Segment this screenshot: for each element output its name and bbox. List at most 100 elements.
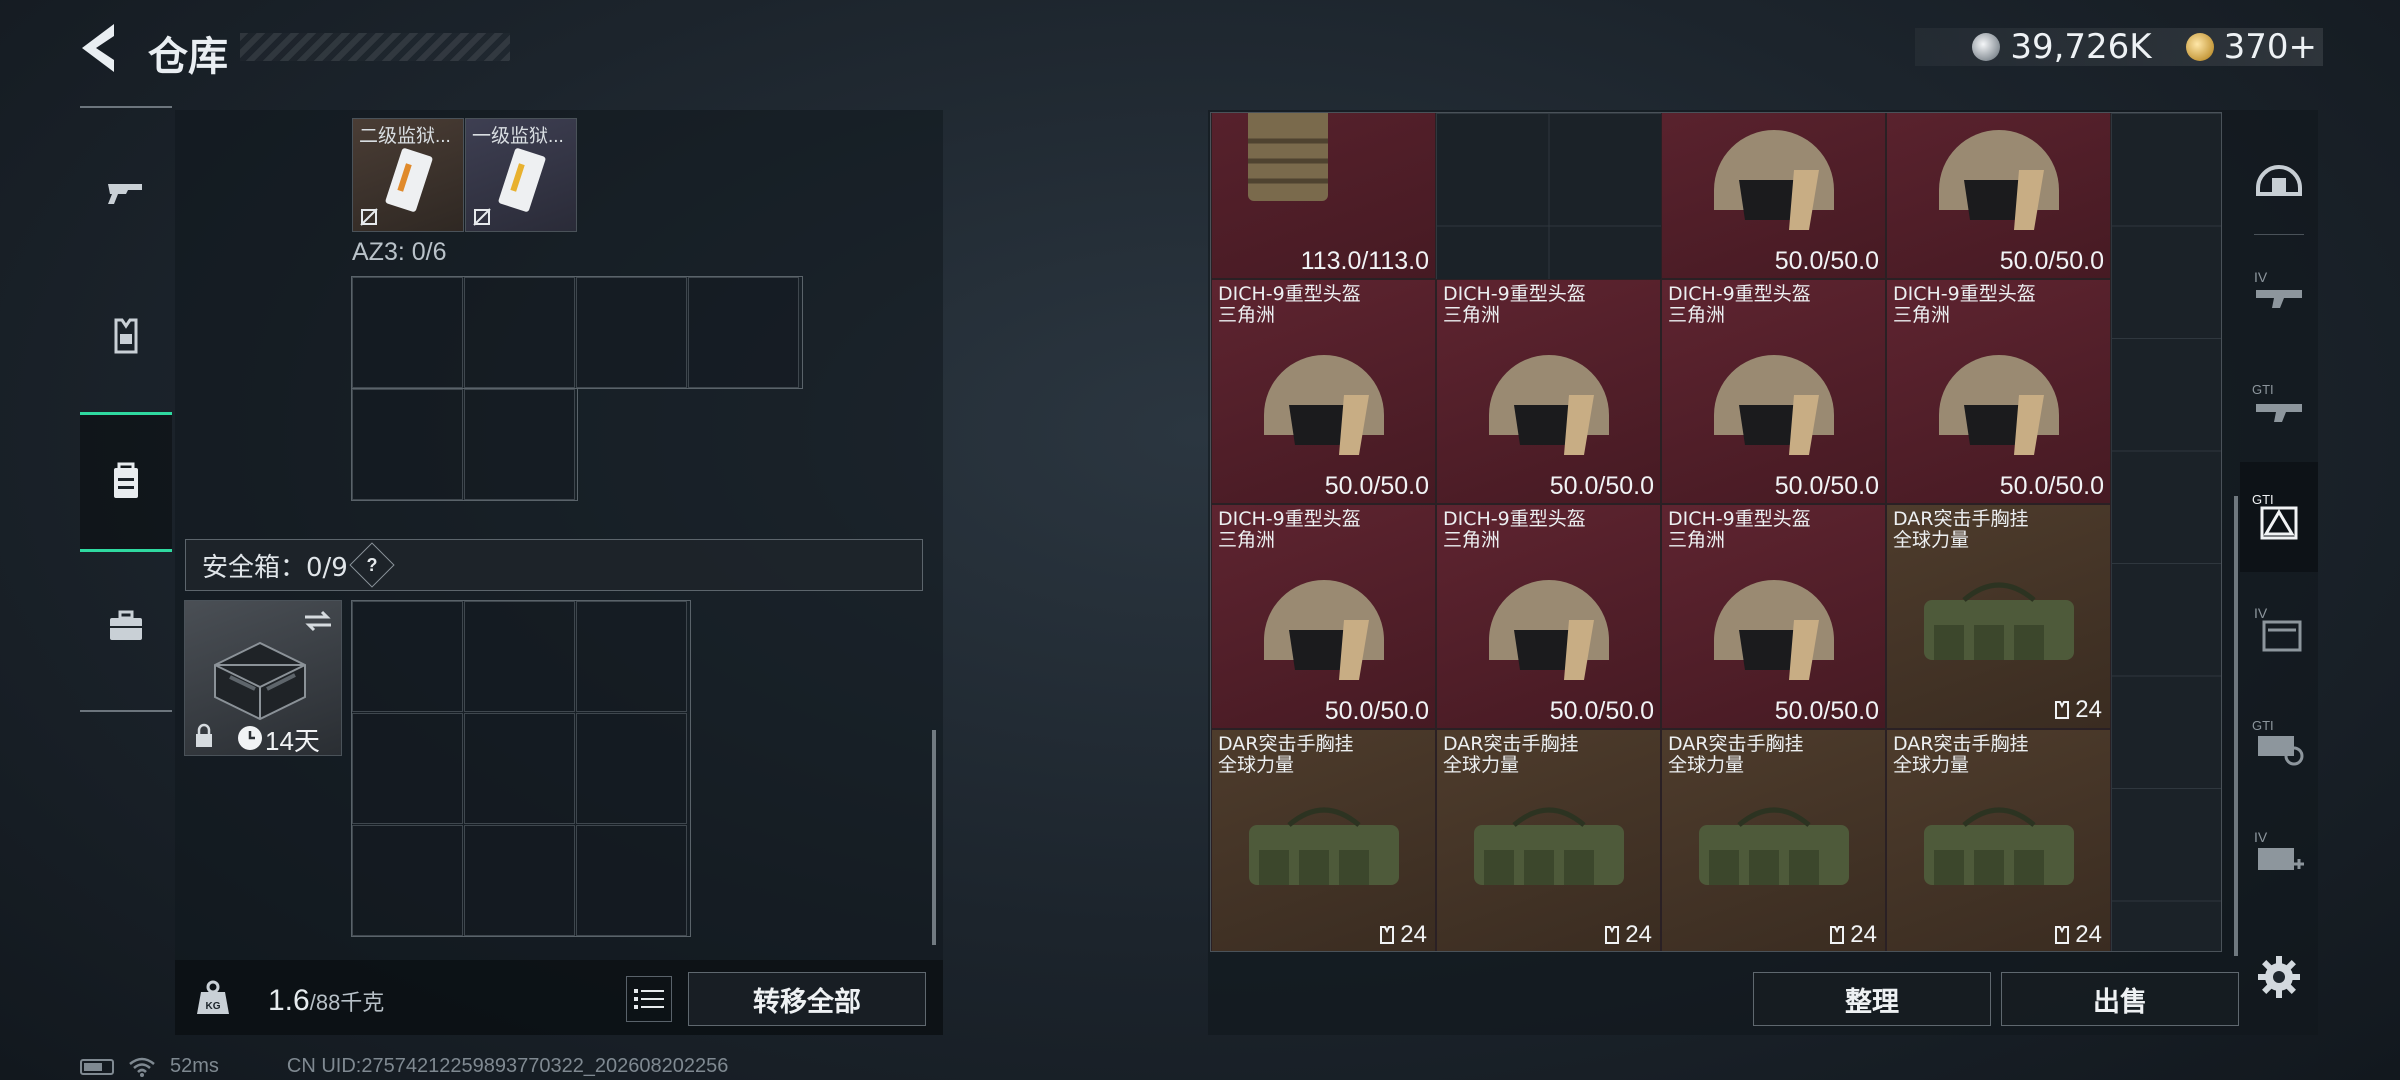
iv-card-icon: IV (2254, 605, 2302, 652)
stash-item-helmet[interactable]: DICH-9重型头盔 三角洲 50.0/50.0 (1886, 279, 2111, 504)
stash-item-chest-rig[interactable]: DAR突击手胸挂 全球力量 24 (1661, 729, 1886, 951)
helmet-icon (1938, 355, 2059, 456)
svg-text:GTI: GTI (2252, 718, 2274, 733)
left-category-nav (80, 106, 172, 712)
transfer-all-button[interactable]: 转移全部 (688, 972, 926, 1026)
category-rifle-iv[interactable]: IV (2240, 238, 2318, 348)
chest-rig-icon (1698, 807, 1849, 886)
vest-slot-icon (1380, 926, 1395, 944)
grid-cell[interactable] (464, 277, 575, 388)
grid-cell[interactable] (464, 713, 575, 824)
no-drop-icon (360, 208, 378, 226)
stash-item-helmet[interactable]: DICH-9重型头盔 三角洲 50.0/50.0 (1661, 279, 1886, 504)
item-card[interactable]: 二级监狱... (352, 118, 464, 232)
item-durability: 50.0/50.0 (1774, 697, 1879, 725)
no-drop-icon (473, 208, 491, 226)
lock-icon (196, 723, 212, 747)
stash-grid: 113.0/113.0 50.0/50.0 50.0/50.0 DICH-9重型… (1210, 112, 2222, 952)
item-durability: 50.0/50.0 (1324, 472, 1429, 500)
stash-item-chest-rig[interactable]: DAR突击手胸挂 全球力量 24 (1886, 504, 2111, 729)
item-label: 一级监狱... (472, 126, 564, 147)
nav-divider (2254, 234, 2304, 235)
item-name: DICH-9重型头盔 三角洲 (1668, 508, 1811, 551)
grid-cell[interactable] (688, 277, 799, 388)
nav-item-weapons[interactable] (80, 122, 172, 262)
stash-item-chest-rig[interactable]: DAR突击手胸挂 全球力量 24 (1886, 729, 2111, 951)
grid-cell[interactable] (576, 825, 687, 936)
helmet-icon (1263, 355, 1384, 456)
stash-item-chest-rig[interactable]: DAR突击手胸挂 全球力量 24 (1211, 729, 1436, 951)
category-iv-card[interactable]: IV (2240, 574, 2318, 684)
grid-cell[interactable] (464, 825, 575, 936)
carry-weight: 1.6/88千克 (268, 984, 384, 1018)
grid-cell[interactable] (576, 277, 687, 388)
rifle-iv-icon: IV (2254, 269, 2302, 308)
keycard-icon (385, 148, 433, 212)
stash-item-helmet[interactable]: DICH-9重型头盔 三角洲 50.0/50.0 (1211, 279, 1436, 504)
safebox-item-card[interactable]: 14天 (184, 600, 342, 756)
item-name: DAR突击手胸挂 全球力量 (1218, 733, 1354, 776)
stash-item-helmet[interactable]: DICH-9重型头盔 三角洲 50.0/50.0 (1436, 504, 1661, 729)
stash-category-nav: IV GTI GTI IV GTI IV (2240, 110, 2318, 970)
item-capacity: 24 (1603, 921, 1652, 949)
grid-cell[interactable] (576, 713, 687, 824)
carry-weight-max: /88千克 (309, 990, 385, 1015)
swap-icon[interactable] (303, 609, 333, 633)
category-rifle-gti[interactable]: GTI (2240, 350, 2318, 460)
stash-item-chest-rig[interactable]: DAR突击手胸挂 全球力量 24 (1436, 729, 1661, 951)
item-name: DAR突击手胸挂 全球力量 (1893, 508, 2029, 551)
grid-cell[interactable] (352, 601, 463, 712)
system-status-bar: 52ms CN UID:27574212259893770322_2026082… (80, 1055, 728, 1078)
stash-item-helmet[interactable]: DICH-9重型头盔 三角洲 50.0/50.0 (1211, 504, 1436, 729)
backpack-icon (114, 462, 138, 498)
nav-item-backpack[interactable] (80, 412, 172, 552)
help-icon[interactable]: ? (349, 542, 395, 588)
currency-bar[interactable]: 39,726K 370+ (1915, 27, 2323, 67)
title-decoration (240, 33, 510, 61)
safebox-header: 安全箱：0/9 ? (185, 539, 923, 591)
iv-medkit-icon: IV (2254, 829, 2304, 870)
svg-text:KG: KG (206, 1001, 221, 1012)
stash-item-armor[interactable]: 113.0/113.0 (1211, 113, 1436, 279)
stash-item-helmet[interactable]: 50.0/50.0 (1661, 113, 1886, 279)
stash-item-helmet[interactable]: DICH-9重型头盔 三角洲 50.0/50.0 (1436, 279, 1661, 504)
nav-item-briefcase[interactable] (80, 556, 172, 696)
item-durability: 50.0/50.0 (1999, 472, 2104, 500)
list-view-button[interactable] (626, 976, 672, 1022)
item-name: DAR突击手胸挂 全球力量 (1668, 733, 1804, 776)
vest-slot-icon (2055, 926, 2070, 944)
chest-rig-icon (1923, 807, 2074, 886)
nav-item-armor[interactable] (80, 266, 172, 406)
armor-plate-icon (1247, 113, 1328, 202)
vest-slot-icon (1605, 926, 1620, 944)
back-button[interactable] (78, 22, 124, 74)
nav-divider (80, 710, 172, 712)
silver-currency-value: 39,726K (2010, 27, 2152, 67)
briefcase-icon (110, 610, 142, 640)
category-iv-medkit[interactable]: IV (2240, 798, 2318, 908)
loadout-scrollbar[interactable] (932, 730, 936, 945)
sell-button[interactable]: 出售 (2001, 972, 2239, 1026)
az3-capacity-label: AZ3: 0/6 (352, 238, 447, 266)
grid-cell[interactable] (352, 713, 463, 824)
stash-scrollbar[interactable] (2234, 496, 2238, 956)
grid-cell[interactable] (464, 601, 575, 712)
grid-cell[interactable] (464, 389, 575, 500)
chest-rig-icon (1248, 807, 1399, 886)
helmet-icon (1713, 355, 1834, 456)
item-card[interactable]: 一级监狱... (465, 118, 577, 232)
category-gti-gear[interactable]: GTI (2240, 686, 2318, 796)
grid-cell[interactable] (352, 277, 463, 388)
item-name: DICH-9重型头盔 三角洲 (1668, 283, 1811, 326)
category-gti-warning[interactable]: GTI (2240, 462, 2318, 572)
item-durability: 50.0/50.0 (1774, 472, 1879, 500)
grid-cell[interactable] (352, 389, 463, 500)
settings-gear-icon[interactable] (2255, 953, 2303, 1001)
stash-item-helmet[interactable]: DICH-9重型头盔 三角洲 50.0/50.0 (1661, 504, 1886, 729)
grid-cell[interactable] (576, 601, 687, 712)
helmet-icon (1488, 355, 1609, 456)
stash-item-helmet[interactable]: 50.0/50.0 (1886, 113, 2111, 279)
sort-button[interactable]: 整理 (1753, 972, 1991, 1026)
grid-cell[interactable] (352, 825, 463, 936)
category-helmet[interactable] (2240, 122, 2318, 232)
